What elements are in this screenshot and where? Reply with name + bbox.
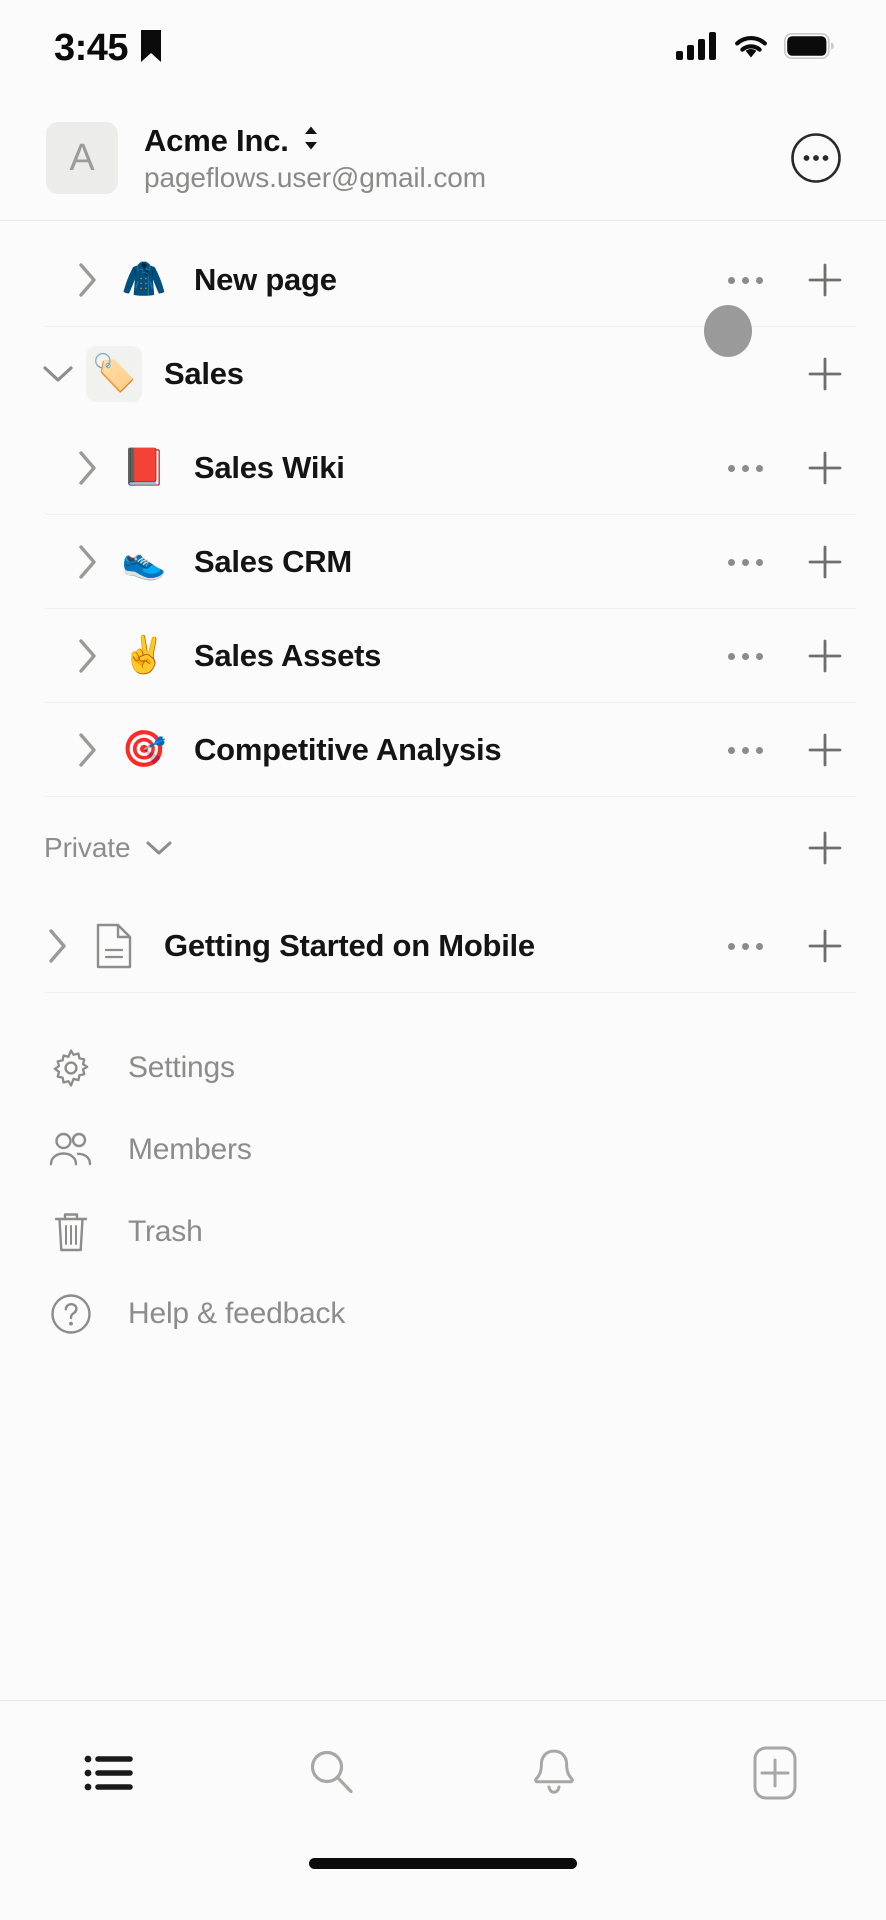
bullet-list-icon [83, 1751, 139, 1800]
page-tree: 🧥 New page 🏷️ Sales 📕 Sales Wiki 👟 Sales… [0, 221, 886, 1700]
more-options-button[interactable] [720, 537, 770, 587]
private-section-label: Private [44, 832, 131, 863]
tree-row-actions [720, 349, 850, 399]
tree-row-title: Sales Assets [194, 638, 382, 673]
avatar: A [46, 122, 118, 194]
tree-row-actions [720, 443, 850, 493]
notifications-tab[interactable] [443, 1701, 665, 1850]
more-options-button[interactable] [720, 255, 770, 305]
closed-book-emoji: 📕 [121, 447, 167, 488]
utility-menu: Settings Members Trash Help & feedback [0, 993, 886, 1365]
tree-row-sales-wiki[interactable]: 📕 Sales Wiki [0, 421, 886, 515]
workspace-header[interactable]: A Acme Inc. pageflows.user@gmail.com [0, 96, 886, 220]
document-page-icon [86, 923, 142, 969]
tree-row-title: New page [194, 262, 337, 297]
new-page-tab[interactable] [665, 1701, 886, 1850]
people-icon [48, 1130, 94, 1170]
question-circle-icon [48, 1293, 94, 1335]
status-bar-left: 3:45 [54, 27, 162, 70]
utility-item-members[interactable]: Members [0, 1109, 886, 1191]
add-page-button[interactable] [800, 725, 850, 775]
search-icon [305, 1746, 359, 1805]
tree-row-title: Getting Started on Mobile [164, 928, 535, 963]
add-page-button[interactable] [800, 443, 850, 493]
chevron-right-icon[interactable] [60, 449, 116, 487]
bookmark-icon [140, 29, 162, 68]
victory-hand-emoji: ✌️ [121, 635, 167, 676]
chevron-right-icon[interactable] [60, 637, 116, 675]
add-page-button[interactable] [800, 349, 850, 399]
home-indicator[interactable] [309, 1858, 577, 1869]
tree-row-getting-started-on-mobile[interactable]: Getting Started on Mobile [0, 899, 886, 993]
utility-item-label: Members [128, 1133, 252, 1166]
new-page-plus-icon [749, 1744, 801, 1807]
status-bar-right [676, 31, 834, 65]
status-time: 3:45 [54, 26, 129, 69]
add-page-button[interactable] [800, 921, 850, 971]
running-shoe-emoji: 👟 [121, 541, 167, 582]
more-options-button[interactable] [720, 921, 770, 971]
tree-row-actions [720, 921, 850, 971]
workspace-email: pageflows.user@gmail.com [144, 161, 486, 193]
tree-row-actions [720, 725, 850, 775]
utility-item-label: Settings [128, 1051, 235, 1084]
bullseye-dart-emoji: 🎯 [121, 729, 167, 770]
wifi-icon [732, 32, 770, 65]
add-private-page-button[interactable] [800, 823, 850, 873]
mobile-screen: 3:45 A Acme Inc. pageflows.user@gmail.co… [0, 0, 886, 1920]
chevron-right-icon[interactable] [60, 543, 116, 581]
chevron-up-down-icon [301, 124, 321, 157]
utility-item-trash[interactable]: Trash [0, 1191, 886, 1273]
gear-icon [48, 1047, 94, 1089]
utility-item-help-feedback[interactable]: Help & feedback [0, 1273, 886, 1355]
tree-row-actions [720, 631, 850, 681]
chevron-right-icon[interactable] [60, 731, 116, 769]
workspace-text: Acme Inc. pageflows.user@gmail.com [144, 123, 764, 194]
workspace-more-button[interactable] [790, 132, 842, 184]
utility-item-settings[interactable]: Settings [0, 1027, 886, 1109]
add-page-button[interactable] [800, 537, 850, 587]
tree-row-competitive-analysis[interactable]: 🎯 Competitive Analysis [0, 703, 886, 797]
tree-row-sales-crm[interactable]: 👟 Sales CRM [0, 515, 886, 609]
tree-row-title: Sales [164, 356, 244, 391]
chevron-right-icon[interactable] [60, 261, 116, 299]
chevron-right-icon[interactable] [30, 927, 86, 965]
bottom-tab-bar [0, 1700, 886, 1850]
add-page-button[interactable] [800, 255, 850, 305]
chevron-down-icon[interactable] [30, 362, 86, 386]
chevron-down-icon[interactable] [144, 837, 174, 859]
bell-icon [530, 1747, 578, 1804]
tree-row-actions [720, 255, 850, 305]
tree-row-sales-assets[interactable]: ✌️ Sales Assets [0, 609, 886, 703]
sidebar-list-tab[interactable] [0, 1701, 222, 1850]
add-page-button[interactable] [800, 631, 850, 681]
cellular-signal-icon [676, 31, 718, 65]
tree-row-new-page[interactable]: 🧥 New page [0, 233, 886, 357]
label-tag-emoji: 🏷️ [86, 346, 142, 402]
touch-indicator [704, 305, 752, 357]
more-options-button[interactable] [720, 443, 770, 493]
tree-row-sales[interactable]: 🏷️ Sales [0, 327, 886, 421]
tree-row-actions [720, 537, 850, 587]
trash-icon [48, 1210, 94, 1254]
utility-item-label: Trash [128, 1215, 203, 1248]
coat-hanger-emoji: 🧥 [121, 259, 167, 300]
workspace-switcher[interactable]: Acme Inc. [144, 123, 764, 159]
workspace-name: Acme Inc. [144, 122, 289, 158]
more-options-button[interactable] [720, 631, 770, 681]
row-divider [46, 796, 856, 797]
search-tab[interactable] [222, 1701, 444, 1850]
row-divider [46, 992, 856, 993]
status-bar: 3:45 [0, 0, 886, 96]
private-section-header[interactable]: Private [0, 797, 886, 899]
home-indicator-area [0, 1850, 886, 1920]
utility-item-label: Help & feedback [128, 1297, 346, 1330]
tree-row-title: Competitive Analysis [194, 732, 502, 767]
more-options-button[interactable] [720, 725, 770, 775]
battery-icon [784, 32, 834, 64]
tree-row-title: Sales CRM [194, 544, 352, 579]
tree-row-title: Sales Wiki [194, 450, 345, 485]
